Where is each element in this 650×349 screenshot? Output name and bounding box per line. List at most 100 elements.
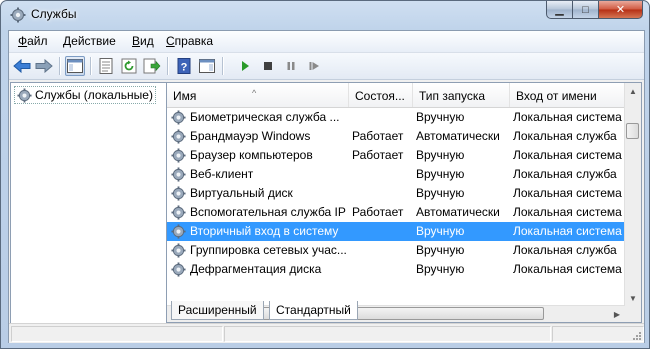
service-logon-as: Локальная система (513, 262, 622, 276)
cell-name: Браузер компьютеров (171, 146, 349, 165)
tree-item-services-local[interactable]: Службы (локальные) (14, 86, 156, 104)
service-status (352, 108, 414, 127)
service-startup-type: Вручную (416, 148, 465, 162)
stop-service-button[interactable] (258, 56, 278, 76)
service-name: Дефрагментация диска (190, 262, 322, 276)
resize-grip-icon[interactable] (632, 331, 642, 341)
column-header-status[interactable]: Состоя... (349, 83, 413, 107)
services-gear-icon (17, 87, 32, 103)
column-header-startup-type[interactable]: Тип запуска (413, 83, 510, 107)
help-button[interactable]: ? (174, 56, 194, 76)
caption-buttons: ▁ □ ✕ (546, 1, 643, 20)
play-icon (242, 61, 249, 71)
minimize-button[interactable]: ▁ (546, 1, 573, 19)
column-header-name-label: Имя (173, 89, 197, 103)
tab-extended-label: Расширенный (178, 303, 257, 317)
service-status (352, 165, 414, 184)
help-book-icon: ? (177, 58, 191, 74)
service-name: Вспомогательная служба IP (190, 205, 346, 219)
start-service-button[interactable] (235, 56, 255, 76)
column-header-name[interactable]: ^ Имя (167, 83, 349, 107)
cell-name: Веб-клиент (171, 165, 349, 184)
services-list-pane: ^ Имя Состоя... Тип запуска Вход от имен… (166, 82, 642, 323)
sort-ascending-icon: ^ (252, 88, 257, 98)
table-row[interactable]: Вспомогательная служба IP Работает Автомат… (167, 203, 625, 222)
toolbar-separator (59, 57, 61, 75)
scroll-up-icon[interactable]: ▲ (625, 83, 641, 99)
service-gear-icon (171, 262, 186, 277)
properties-button[interactable] (96, 56, 116, 76)
table-row[interactable]: Виртуальный диск Вручную Локальная система (167, 184, 625, 203)
vertical-scrollbar[interactable]: ▲ ▼ (624, 83, 641, 322)
list-header: ^ Имя Состоя... Тип запуска Вход от имен… (167, 83, 625, 108)
menu-help-accel: С (166, 34, 175, 48)
menu-help[interactable]: Справка (166, 34, 213, 48)
service-status: Работает (352, 205, 404, 219)
service-status (352, 222, 414, 241)
tab-standard[interactable]: Стандартный (269, 301, 358, 320)
status-cell (552, 326, 644, 342)
service-startup-type: Вручную (416, 224, 465, 238)
menu-action[interactable]: Действие (63, 34, 116, 48)
service-name: Вторичный вход в систему (190, 224, 339, 238)
status-cell (224, 326, 551, 342)
client-area: Файл Действие Вид Справка ? Службы (лока… (8, 30, 645, 343)
table-row[interactable]: Группировка сетевых учас... Вручную Локаль… (167, 241, 625, 260)
table-row[interactable]: Биометрическая служба ... Вручную Локальна… (167, 108, 625, 127)
service-status: Работает (352, 148, 404, 162)
restart-icon (309, 62, 319, 70)
column-header-logon-as[interactable]: Вход от имени (510, 83, 625, 107)
cell-name: Дефрагментация диска (171, 260, 349, 279)
status-cell (11, 326, 223, 342)
title-bar[interactable]: Службы ▁ □ ✕ (1, 1, 649, 29)
menu-file[interactable]: Файл (18, 34, 48, 48)
table-row[interactable]: Веб-клиент Вручную Локальная служба (167, 165, 625, 184)
export-list-button[interactable] (142, 56, 162, 76)
vertical-scroll-thumb[interactable] (626, 123, 639, 139)
export-icon (143, 58, 161, 74)
console-tree-icon (67, 59, 83, 73)
service-name: Биометрическая служба ... (190, 110, 340, 124)
close-icon: ✕ (615, 4, 626, 16)
back-button[interactable] (12, 56, 32, 76)
menu-view-accel: В (132, 34, 141, 48)
maximize-button[interactable]: □ (573, 1, 599, 19)
tab-extended[interactable]: Расширенный (171, 301, 264, 320)
menu-bar: Файл Действие Вид Справка (9, 31, 644, 53)
pause-service-button[interactable] (281, 56, 301, 76)
service-gear-icon (171, 224, 186, 239)
console-tree: Службы (локальные) (10, 82, 167, 324)
maximize-icon: □ (582, 3, 589, 16)
refresh-button[interactable] (119, 56, 139, 76)
column-header-logon-label: Вход от имени (516, 89, 597, 103)
services-list: Биометрическая служба ... Вручную Локальна… (167, 108, 625, 279)
services-gear-icon (10, 7, 26, 23)
service-gear-icon (171, 205, 186, 220)
forward-button[interactable] (34, 56, 54, 76)
restart-service-button[interactable] (304, 56, 324, 76)
toolbar: ? (9, 53, 644, 80)
table-row[interactable]: Дефрагментация диска Вручную Локальная сис… (167, 260, 625, 279)
show-hide-console-tree-button[interactable] (65, 56, 85, 76)
table-row[interactable]: Браузер компьютеров Работает Вручную Локаль… (167, 146, 625, 165)
service-logon-as: Локальная служба (513, 243, 617, 257)
table-row[interactable]: Вторичный вход в систему Вручную Локальная… (167, 222, 625, 241)
service-status (352, 184, 414, 203)
service-name: Виртуальный диск (190, 186, 293, 200)
table-row[interactable]: Брандмауэр Windows Работает Автоматически Л… (167, 127, 625, 146)
close-button[interactable]: ✕ (599, 1, 643, 19)
cell-name: Группировка сетевых учас... (171, 241, 349, 260)
pause-icon (287, 62, 295, 70)
window-title: Службы (31, 7, 77, 21)
forward-arrow-icon (35, 59, 53, 73)
show-action-pane-button[interactable] (197, 56, 217, 76)
service-startup-type: Вручную (416, 186, 465, 200)
toolbar-separator (222, 57, 224, 75)
menu-view-label: ид (140, 34, 154, 48)
toolbar-separator (167, 57, 169, 75)
status-bar (9, 323, 644, 343)
service-startup-type: Вручную (416, 167, 465, 181)
cell-name: Вспомогательная служба IP (171, 203, 349, 222)
service-startup-type: Автоматически (416, 129, 500, 143)
menu-view[interactable]: Вид (132, 34, 154, 48)
